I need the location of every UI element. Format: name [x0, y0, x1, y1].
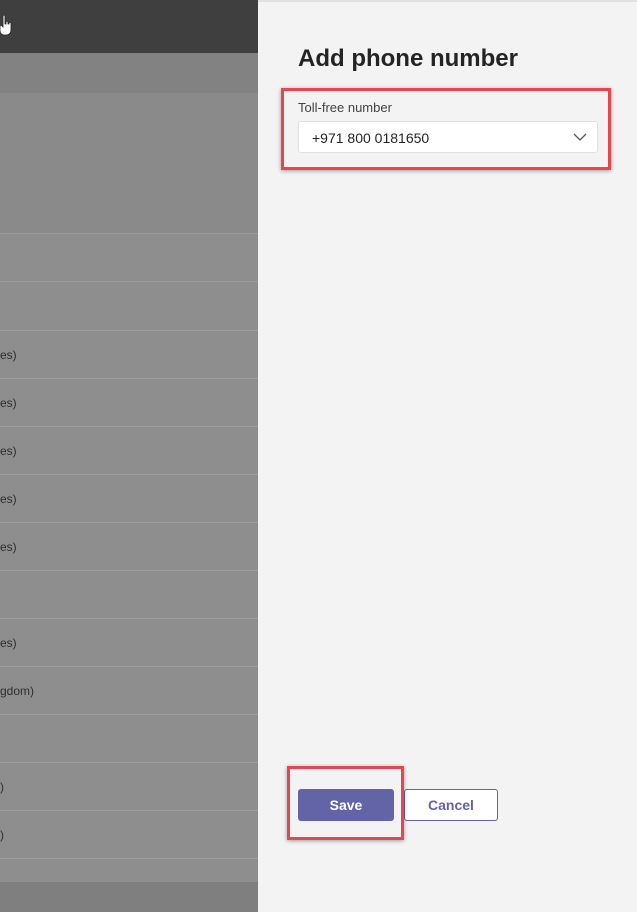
list-item: ) — [0, 762, 258, 810]
hand-cursor-icon — [0, 14, 12, 36]
background-top-bar — [0, 0, 258, 53]
background-header-band — [0, 53, 258, 93]
background-list-overlay: es) es) es) es) es) es) gdom) ) ) — [0, 0, 258, 912]
list-item: es) — [0, 378, 258, 426]
list-item — [0, 714, 258, 762]
panel-top-border — [258, 0, 637, 2]
list-item: es) — [0, 426, 258, 474]
save-highlight-box — [287, 766, 404, 840]
list-item: ) — [0, 810, 258, 858]
list-item: es) — [0, 522, 258, 570]
dropdown-highlight-box — [281, 88, 611, 170]
background-section — [0, 93, 258, 233]
list-item — [0, 281, 258, 329]
background-footer — [0, 882, 258, 912]
background-section-header — [0, 233, 258, 281]
list-item: es) — [0, 474, 258, 522]
list-item: gdom) — [0, 666, 258, 714]
panel-title: Add phone number — [298, 45, 518, 72]
list-item: es) — [0, 330, 258, 378]
list-item — [0, 858, 258, 882]
list-item: es) — [0, 618, 258, 666]
cancel-button[interactable]: Cancel — [404, 789, 498, 821]
list-item — [0, 570, 258, 618]
add-phone-number-panel: Add phone number Toll-free number +971 8… — [258, 0, 637, 912]
